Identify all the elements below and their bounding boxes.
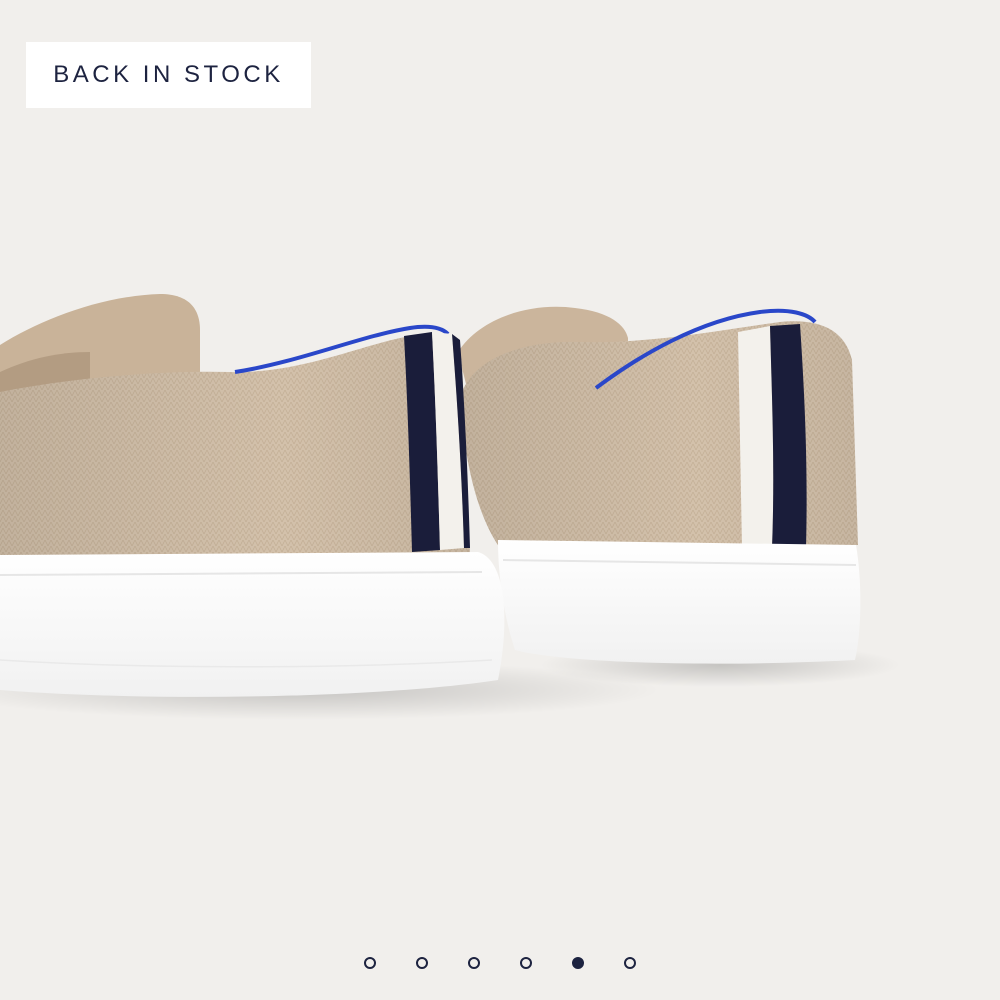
back-in-stock-badge: BACK IN STOCK xyxy=(26,42,311,108)
left-shoe xyxy=(0,294,505,697)
pagination-dot[interactable] xyxy=(416,957,428,969)
product-gallery: BACK IN STOCK xyxy=(0,0,1000,1000)
pagination-dot[interactable] xyxy=(468,957,480,969)
right-shoe xyxy=(458,306,861,664)
badge-label: BACK IN STOCK xyxy=(53,61,284,88)
pagination-dot[interactable] xyxy=(364,957,376,969)
pagination-dot[interactable] xyxy=(624,957,636,969)
pagination-dot[interactable] xyxy=(520,957,532,969)
pagination-dot[interactable] xyxy=(572,957,584,969)
gallery-pagination xyxy=(0,950,1000,976)
product-photo xyxy=(0,294,900,720)
